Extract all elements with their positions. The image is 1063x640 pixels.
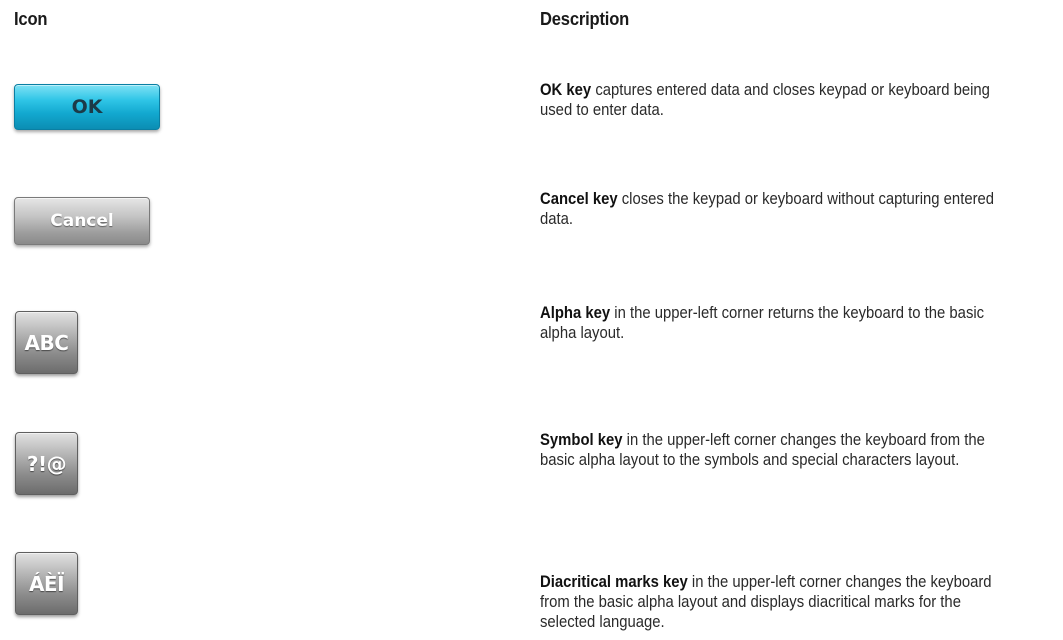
ok-key-text: captures entered data and closes keypad … <box>540 81 990 119</box>
diacritical-key-label: ÁÈÏ <box>28 571 65 596</box>
cancel-key-label: Cancel <box>50 211 114 231</box>
cancel-key-icon: Cancel <box>14 197 150 245</box>
symbol-key-description: Symbol key in the upper-left corner chan… <box>540 430 1008 470</box>
symbol-key-icon: ?!@ <box>15 432 78 495</box>
diacritical-key-name: Diacritical marks key <box>540 573 688 591</box>
symbol-key-name: Symbol key <box>540 431 623 449</box>
diacritical-key-description: Diacritical marks key in the upper-left … <box>540 572 1008 632</box>
ok-key-label: OK <box>71 96 103 118</box>
cancel-key-description: Cancel key closes the keypad or keyboard… <box>540 189 1008 229</box>
alpha-key-name: Alpha key <box>540 304 611 322</box>
cancel-key-name: Cancel key <box>540 190 618 208</box>
ok-key-name: OK key <box>540 81 592 99</box>
header-description: Description <box>540 9 630 29</box>
diacritical-key-icon: ÁÈÏ <box>15 552 78 615</box>
ok-key-description: OK key captures entered data and closes … <box>540 80 1008 120</box>
ok-key-icon: OK <box>14 84 160 130</box>
alpha-key-description: Alpha key in the upper-left corner retur… <box>540 303 1008 343</box>
alpha-key-label: ABC <box>24 330 69 355</box>
header-icon: Icon <box>14 9 48 29</box>
symbol-key-label: ?!@ <box>26 451 67 476</box>
alpha-key-icon: ABC <box>15 311 78 374</box>
